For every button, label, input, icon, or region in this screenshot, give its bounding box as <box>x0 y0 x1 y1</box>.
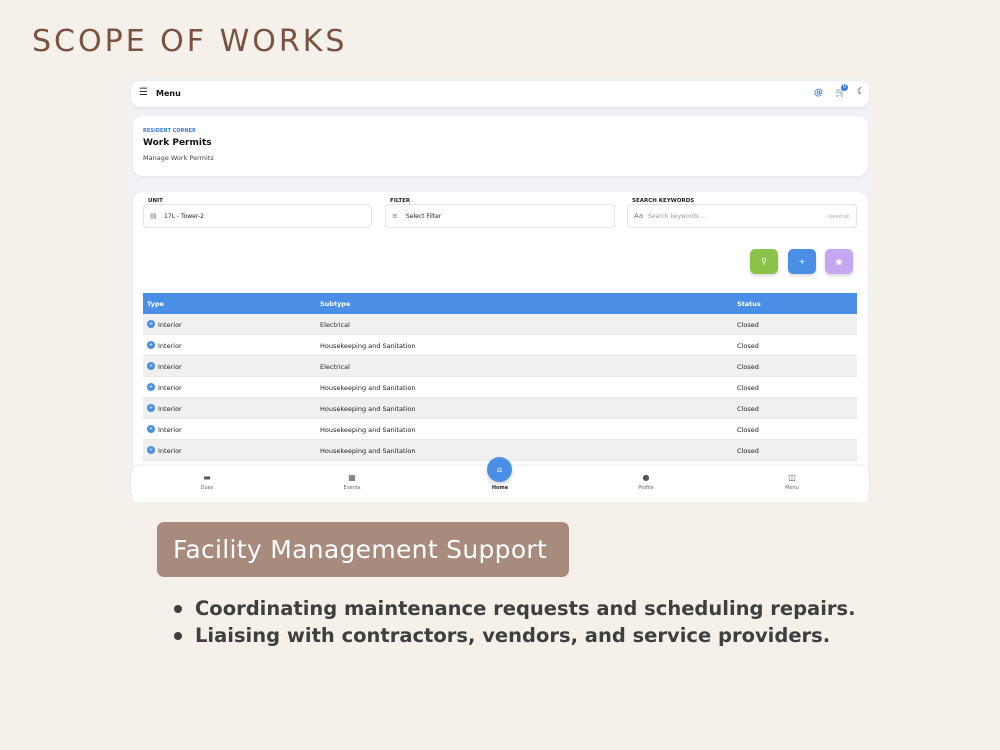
add-button[interactable]: + <box>788 249 816 274</box>
cell-status: Closed <box>737 384 759 392</box>
page-title: Work Permits <box>143 138 212 148</box>
expand-icon[interactable]: + <box>147 320 155 328</box>
cell-status: Closed <box>737 426 759 434</box>
unit-value: 17L - Tower-2 <box>164 213 204 220</box>
slide-title: SCOPE OF WORKS <box>32 24 348 59</box>
section-heading-pill: Facility Management Support <box>157 522 569 577</box>
nav-item-menu[interactable]: ◫ Menu <box>762 473 822 491</box>
nav-label: Profile <box>638 485 654 491</box>
at-sign-icon[interactable]: @ <box>814 88 823 98</box>
cell-status: Closed <box>737 342 759 350</box>
bullet-item: Coordinating maintenance requests and sc… <box>172 595 856 622</box>
expand-icon[interactable]: + <box>147 404 155 412</box>
search-input[interactable]: Aa Search keywords ... (several) <box>627 204 857 228</box>
cell-subtype: Housekeeping and Sanitation <box>320 426 416 434</box>
column-header-status[interactable]: Status <box>737 300 761 308</box>
filter-select[interactable]: ≡ Select Filter <box>385 204 615 228</box>
expand-icon[interactable]: + <box>147 425 155 433</box>
work-permits-panel: UNIT ▤ 17L - Tower-2 FILTER ≡ Select Fil… <box>133 192 868 502</box>
permits-table: Type Subtype Status + Interior Electrica… <box>143 293 857 461</box>
cell-subtype: Housekeeping and Sanitation <box>320 405 416 413</box>
cell-subtype: Housekeeping and Sanitation <box>320 342 416 350</box>
nav-label: Menu <box>785 485 799 491</box>
cart-count-badge: 0 <box>841 84 848 91</box>
hamburger-icon[interactable]: ☰ <box>139 87 148 98</box>
table-row[interactable]: + Interior Housekeeping and Sanitation C… <box>143 377 857 398</box>
section-heading: Facility Management Support <box>173 535 548 564</box>
eye-icon: ◉ <box>835 257 843 266</box>
search-hint: (several) <box>827 214 850 220</box>
app-screenshot: ☰ Menu @ 🛒 0 ☾ RESIDENT CORNER Work Perm… <box>128 78 872 502</box>
cell-type: Interior <box>158 321 182 329</box>
expand-icon[interactable]: + <box>147 362 155 370</box>
cell-subtype: Housekeeping and Sanitation <box>320 447 416 455</box>
nav-label: Events <box>343 485 361 491</box>
search-button[interactable]: ⚲ <box>750 249 778 274</box>
expand-icon[interactable]: + <box>147 341 155 349</box>
cell-subtype: Electrical <box>320 321 350 329</box>
user-icon: ● <box>642 473 650 482</box>
filter-icon: ≡ <box>392 212 398 220</box>
column-header-subtype[interactable]: Subtype <box>320 300 350 308</box>
table-row[interactable]: + Interior Electrical Closed <box>143 356 857 377</box>
cell-type: Interior <box>158 405 182 413</box>
cell-subtype: Electrical <box>320 363 350 371</box>
cell-type: Interior <box>158 363 182 371</box>
view-button[interactable]: ◉ <box>825 249 853 274</box>
nav-item-profile[interactable]: ● Profile <box>616 473 676 491</box>
cell-subtype: Housekeeping and Sanitation <box>320 384 416 392</box>
table-row[interactable]: + Interior Electrical Closed <box>143 314 857 335</box>
cell-type: Interior <box>158 447 182 455</box>
expand-icon[interactable]: + <box>147 383 155 391</box>
moon-icon[interactable]: ☾ <box>857 87 865 97</box>
building-icon: ▤ <box>150 212 157 220</box>
cell-status: Closed <box>737 363 759 371</box>
filter-value: Select Filter <box>406 213 442 220</box>
text-icon: Aa <box>634 212 644 220</box>
plus-icon: + <box>798 257 806 266</box>
sidebar-icon: ◫ <box>788 473 796 482</box>
table-row[interactable]: + Interior Housekeeping and Sanitation C… <box>143 398 857 419</box>
unit-select[interactable]: ▤ 17L - Tower-2 <box>143 204 372 228</box>
nav-label: Dues <box>200 485 214 491</box>
calendar-icon: ▦ <box>348 473 356 482</box>
breadcrumb[interactable]: RESIDENT CORNER <box>143 128 196 134</box>
menu-label[interactable]: Menu <box>156 89 181 98</box>
table-row[interactable]: + Interior Housekeeping and Sanitation C… <box>143 335 857 356</box>
cell-status: Closed <box>737 447 759 455</box>
nav-item-dues[interactable]: ▬ Dues <box>177 473 237 491</box>
bullet-list: Coordinating maintenance requests and sc… <box>172 595 856 649</box>
bottom-nav: ▬ Dues ▦ Events ⌂ Home ● Profile ◫ Menu <box>131 457 869 498</box>
top-bar: ☰ Menu @ 🛒 0 ☾ <box>131 81 869 107</box>
bullet-item: Liaising with contractors, vendors, and … <box>172 622 856 649</box>
page-header: RESIDENT CORNER Work Permits Manage Work… <box>133 116 868 176</box>
home-icon[interactable]: ⌂ <box>487 457 512 482</box>
expand-icon[interactable]: + <box>147 446 155 454</box>
nav-item-home[interactable]: Home <box>470 485 530 491</box>
search-placeholder: Search keywords ... <box>648 213 707 220</box>
wallet-icon: ▬ <box>203 473 211 482</box>
cell-type: Interior <box>158 384 182 392</box>
table-header: Type Subtype Status <box>143 293 857 314</box>
cell-type: Interior <box>158 342 182 350</box>
page-subtitle: Manage Work Permits <box>143 154 214 162</box>
cell-status: Closed <box>737 321 759 329</box>
column-header-type[interactable]: Type <box>147 300 164 308</box>
nav-item-events[interactable]: ▦ Events <box>322 473 382 491</box>
search-icon: ⚲ <box>761 257 767 266</box>
table-row[interactable]: + Interior Housekeeping and Sanitation C… <box>143 419 857 440</box>
cell-type: Interior <box>158 426 182 434</box>
cell-status: Closed <box>737 405 759 413</box>
